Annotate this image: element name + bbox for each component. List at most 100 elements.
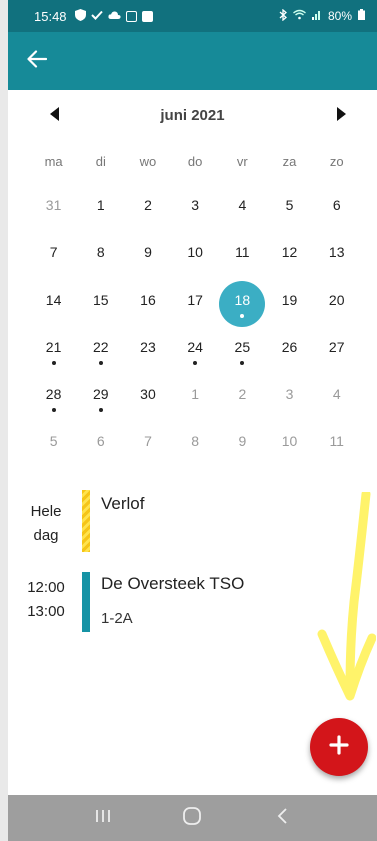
day-number: 2 bbox=[144, 197, 152, 213]
calendar-day[interactable]: 23 bbox=[124, 328, 171, 375]
status-time: 15:48 bbox=[34, 8, 67, 24]
status-notification-icons bbox=[74, 8, 153, 24]
calendar-day[interactable]: 26 bbox=[266, 328, 313, 375]
calendar-day[interactable]: 11 bbox=[219, 233, 266, 280]
event-title: Verlof bbox=[101, 494, 145, 513]
calendar-day[interactable]: 10 bbox=[266, 422, 313, 469]
calendar-day[interactable]: 7 bbox=[30, 233, 77, 280]
day-number: 12 bbox=[281, 244, 298, 261]
weekday-label: zo bbox=[329, 154, 344, 169]
day-number: 1 bbox=[96, 197, 105, 213]
calendar-day[interactable]: 12 bbox=[266, 233, 313, 280]
calendar-day[interactable]: 29 bbox=[77, 375, 124, 422]
day-number: 30 bbox=[140, 386, 156, 403]
back-button[interactable] bbox=[22, 47, 52, 75]
day-number: 24 bbox=[187, 338, 203, 355]
calendar-day[interactable]: 27 bbox=[313, 328, 360, 375]
event-color-bar bbox=[82, 572, 90, 632]
event-time-line1: Hele bbox=[30, 503, 62, 520]
calendar-day[interactable]: 9 bbox=[124, 233, 171, 280]
calendar-day[interactable]: 1 bbox=[172, 375, 219, 422]
calendar-day[interactable]: 6 bbox=[77, 422, 124, 469]
day-number: 25 bbox=[234, 338, 251, 355]
event-time-line2: dag bbox=[33, 527, 59, 544]
system-back-button[interactable] bbox=[264, 803, 300, 833]
add-event-button[interactable] bbox=[310, 718, 368, 776]
day-number: 17 bbox=[187, 291, 203, 308]
image-icon bbox=[125, 10, 137, 22]
arrow-left-icon bbox=[27, 49, 48, 73]
calendar-day[interactable]: 3 bbox=[172, 186, 219, 233]
event-time-line1: 12:00 bbox=[27, 579, 65, 596]
event-indicator-dot bbox=[98, 408, 103, 413]
calendar-day[interactable]: 3 bbox=[266, 375, 313, 422]
calendar-day-selected[interactable]: 18 bbox=[219, 280, 266, 328]
day-number: 3 bbox=[285, 386, 294, 403]
weekday-label: ma bbox=[44, 154, 63, 169]
wifi-icon bbox=[293, 9, 306, 23]
day-number: 10 bbox=[187, 244, 203, 261]
event-indicator-dot bbox=[240, 313, 245, 318]
battery-icon bbox=[358, 9, 365, 23]
calendar-day[interactable]: 25 bbox=[219, 328, 266, 375]
calendar-day[interactable]: 28 bbox=[30, 375, 77, 422]
calendar-day[interactable]: 20 bbox=[313, 281, 360, 328]
month-title: juni 2021 bbox=[160, 107, 225, 124]
checkbox-icon bbox=[141, 10, 153, 22]
day-number: 6 bbox=[332, 197, 341, 213]
calendar-day[interactable]: 5 bbox=[30, 422, 77, 469]
day-number: 23 bbox=[140, 338, 156, 355]
calendar-day[interactable]: 8 bbox=[77, 233, 124, 280]
shield-icon bbox=[74, 8, 86, 24]
calendar-day[interactable]: 21 bbox=[30, 328, 77, 375]
calendar-day[interactable]: 24 bbox=[172, 328, 219, 375]
weekday-label: do bbox=[187, 154, 203, 169]
calendar-day[interactable]: 7 bbox=[124, 422, 171, 469]
calendar-day[interactable]: 2 bbox=[219, 375, 266, 422]
day-number: 16 bbox=[140, 291, 156, 308]
calendar-day[interactable]: 31 bbox=[30, 186, 77, 233]
day-number: 20 bbox=[328, 291, 345, 308]
calendar-day[interactable]: 19 bbox=[266, 281, 313, 328]
day-number: 4 bbox=[238, 197, 247, 213]
day-number: 15 bbox=[92, 291, 109, 308]
event-color-bar bbox=[82, 490, 90, 552]
device-frame: 15:48 80% juni 2021 ma di wo do vr za zo… bbox=[0, 0, 377, 841]
day-number: 2 bbox=[238, 386, 247, 403]
event-indicator-dot bbox=[240, 360, 245, 365]
calendar-day[interactable]: 11 bbox=[313, 422, 360, 469]
calendar-day[interactable]: 4 bbox=[313, 375, 360, 422]
calendar-day[interactable]: 14 bbox=[30, 281, 77, 328]
calendar-day[interactable]: 13 bbox=[313, 233, 360, 280]
day-number: 27 bbox=[328, 338, 345, 355]
day-number: 8 bbox=[191, 433, 200, 450]
calendar-day[interactable]: 10 bbox=[172, 233, 219, 280]
next-month-button[interactable] bbox=[330, 106, 352, 126]
calendar-day[interactable]: 16 bbox=[124, 281, 171, 328]
day-number: 5 bbox=[285, 197, 294, 213]
calendar-day[interactable]: 8 bbox=[172, 422, 219, 469]
calendar-day[interactable]: 5 bbox=[266, 186, 313, 233]
calendar-day[interactable]: 22 bbox=[77, 328, 124, 375]
phone-screen: 15:48 80% juni 2021 ma di wo do vr za zo… bbox=[8, 0, 377, 841]
signal-icon bbox=[311, 9, 322, 23]
calendar-day[interactable]: 30 bbox=[124, 375, 171, 422]
recents-button[interactable] bbox=[85, 803, 121, 833]
day-number: 9 bbox=[144, 244, 152, 261]
calendar-day[interactable]: 15 bbox=[77, 281, 124, 328]
home-button[interactable] bbox=[174, 803, 210, 833]
annotation-arrow-icon bbox=[317, 492, 376, 701]
calendar-day[interactable]: 17 bbox=[172, 281, 219, 328]
weekday-label: za bbox=[282, 154, 297, 169]
calendar-day[interactable]: 9 bbox=[219, 422, 266, 469]
day-number: 26 bbox=[281, 338, 298, 355]
status-system-icons: 80% bbox=[279, 8, 365, 24]
calendar-day[interactable]: 6 bbox=[313, 186, 360, 233]
calendar-day[interactable]: 2 bbox=[124, 186, 171, 233]
event-time-line2: 13:00 bbox=[27, 603, 65, 620]
calendar-day[interactable]: 4 bbox=[219, 186, 266, 233]
app-bar bbox=[8, 32, 377, 90]
battery-percentage: 80% bbox=[327, 9, 352, 23]
cloud-icon bbox=[107, 10, 121, 23]
calendar-day[interactable]: 1 bbox=[77, 186, 124, 233]
